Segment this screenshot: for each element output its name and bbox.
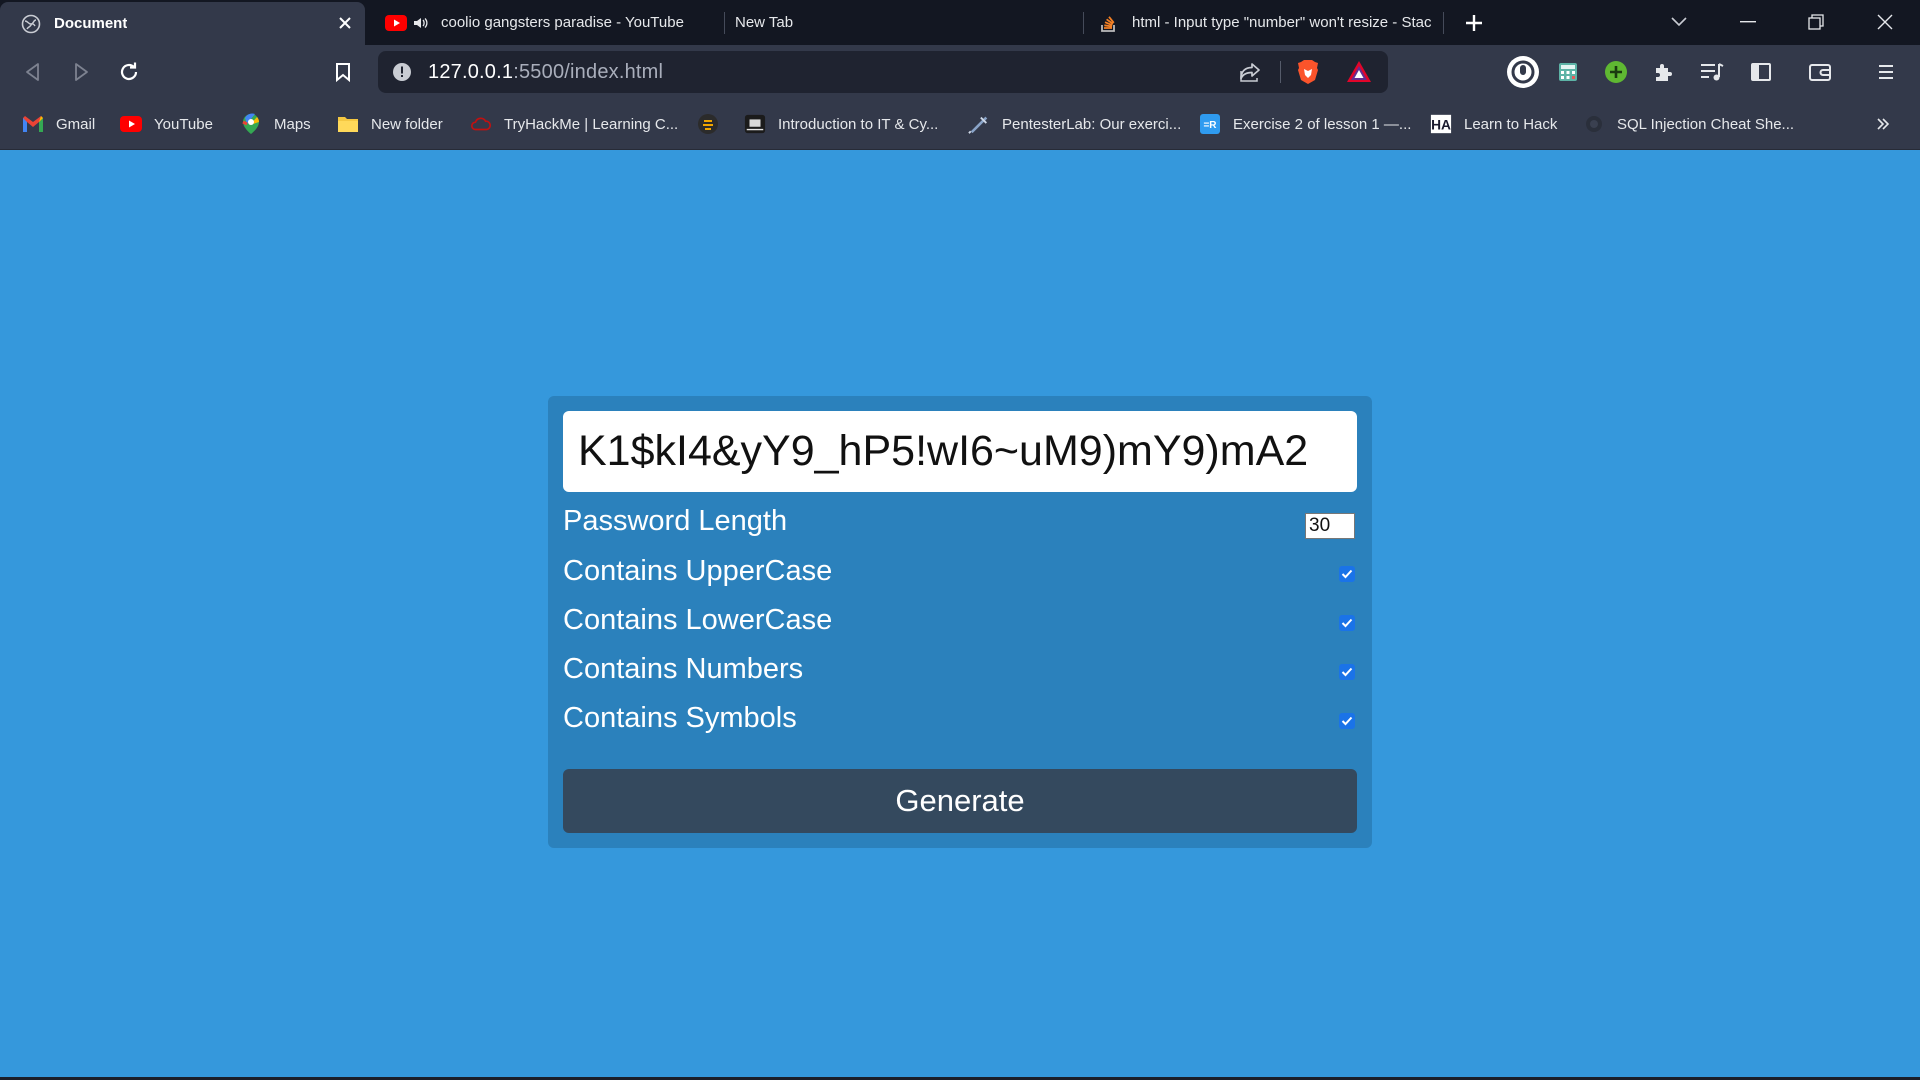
symbols-label: Contains Symbols [563,702,797,734]
gmail-icon [22,113,44,135]
url-path: :5500/index.html [513,61,664,83]
bookmark-label: Gmail [56,115,96,133]
cybrary-icon [744,113,766,135]
bookmark-label: Maps [274,115,311,133]
numbers-label: Contains Numbers [563,653,804,685]
password-length-input[interactable] [1305,513,1355,539]
back-icon[interactable] [18,57,48,87]
tab-title: Document [54,15,128,32]
password-generator-card: K1$kI4&yY9_hP5!wI6~uM9)mY9)mA2 Password … [548,396,1372,848]
forward-icon[interactable] [66,57,96,87]
bookmark-label: Exercise 2 of lesson 1 —... [1233,115,1412,133]
bookmark-sql-injection[interactable]: SQL Injection Cheat She... [1583,112,1794,136]
bookmarks-bar: Gmail YouTube Maps New folder TryHackMe … [0,99,1920,150]
youtube-icon [385,12,407,34]
bookmark-label: SQL Injection Cheat She... [1617,115,1795,133]
address-bar[interactable]: 127.0.0.1:5500/index.html [378,51,1388,93]
restore-icon[interactable] [1801,8,1831,36]
svg-text:HA: HA [1431,118,1451,133]
generate-button[interactable]: Generate [563,769,1357,833]
sql-icon [1583,113,1605,135]
bookmark-icon[interactable] [328,57,358,87]
lowercase-checkbox[interactable] [1339,615,1355,631]
password-output[interactable]: K1$kI4&yY9_hP5!wI6~uM9)mY9)mA2 [563,411,1357,492]
brave-rewards-icon[interactable] [1346,60,1372,89]
bookmark-exercise[interactable]: =R Exercise 2 of lesson 1 —... [1199,112,1411,136]
folder-icon [337,113,359,135]
bookmark-label: Introduction to IT & Cy... [778,115,939,133]
bookmark-cybrary[interactable]: Introduction to IT & Cy... [744,112,938,136]
brave-shields-icon[interactable] [1296,59,1320,90]
uppercase-checkbox[interactable] [1339,566,1355,582]
tab-new-tab[interactable]: New Tab [725,0,1083,45]
vpn-extension-icon[interactable] [1506,55,1540,89]
calculator-extension-icon[interactable] [1553,57,1583,87]
browser-toolbar: 127.0.0.1:5500/index.html [0,45,1920,99]
url-divider [1280,61,1281,83]
speaker-icon[interactable] [413,12,429,34]
exercise-icon: =R [1199,113,1221,135]
extensions-puzzle-icon[interactable] [1649,57,1679,87]
tab-separator [1443,12,1444,34]
tab-title: html - Input type "number" won't resize … [1132,14,1432,31]
pentesterlab-icon [968,113,990,135]
maps-icon [240,113,262,135]
linux-icon [697,113,719,135]
bookmark-tryhackme[interactable]: TryHackMe | Learning C... [470,112,678,136]
tab-strip: Document coolio gangsters paradise - You… [0,0,1920,45]
uppercase-label: Contains UpperCase [563,555,833,587]
add-extension-icon[interactable] [1601,57,1631,87]
new-tab-button[interactable] [1460,9,1488,37]
svg-text:=R: =R [1203,120,1217,131]
password-length-label: Password Length [563,505,788,537]
youtube-icon [120,113,142,135]
reload-icon[interactable] [114,57,144,87]
playlist-icon[interactable] [1697,57,1727,87]
bookmark-label: YouTube [154,115,213,133]
bookmark-youtube[interactable]: YouTube [120,112,213,136]
tab-youtube[interactable]: coolio gangsters paradise - YouTube [365,0,725,45]
numbers-checkbox[interactable] [1339,664,1355,680]
symbols-checkbox[interactable] [1339,713,1355,729]
window-close-icon[interactable] [1870,8,1900,36]
tab-title: New Tab [735,14,794,31]
tab-search-chevron-icon[interactable] [1664,8,1694,36]
bookmark-pentesterlab[interactable]: PentesterLab: Our exerci... [968,112,1181,136]
tab-stackoverflow[interactable]: html - Input type "number" won't resize … [1084,0,1444,45]
lowercase-label: Contains LowerCase [563,604,833,636]
site-info-icon[interactable] [392,62,412,87]
share-icon[interactable] [1238,61,1262,88]
tryhackme-icon [470,113,492,135]
bookmark-label: New folder [371,115,443,133]
tab-document[interactable]: Document [0,2,365,45]
bookmark-linux[interactable] [697,112,731,136]
hackerone-icon: HA [1430,113,1452,135]
wallet-icon[interactable] [1805,57,1835,87]
url-host: 127.0.0.1 [428,61,514,83]
bookmark-label: PentesterLab: Our exerci... [1002,115,1182,133]
bookmark-gmail[interactable]: Gmail [22,112,95,136]
url-text[interactable]: 127.0.0.1:5500/index.html [428,61,663,84]
globe-icon [20,13,42,35]
minimize-icon[interactable] [1733,8,1763,36]
bookmark-new-folder[interactable]: New folder [337,112,443,136]
tab-title: coolio gangsters paradise - YouTube [441,14,684,31]
stackoverflow-icon [1098,12,1120,34]
bookmark-label: Learn to Hack [1464,115,1558,133]
close-icon[interactable] [335,13,355,33]
bookmark-learn-to-hack[interactable]: HA Learn to Hack [1430,112,1557,136]
menu-icon[interactable] [1871,57,1901,87]
more-bookmarks-chevron-icon[interactable] [1876,112,1890,136]
bookmark-maps[interactable]: Maps [240,112,311,136]
sidebar-icon[interactable] [1746,57,1776,87]
bookmark-label: TryHackMe | Learning C... [504,115,679,133]
